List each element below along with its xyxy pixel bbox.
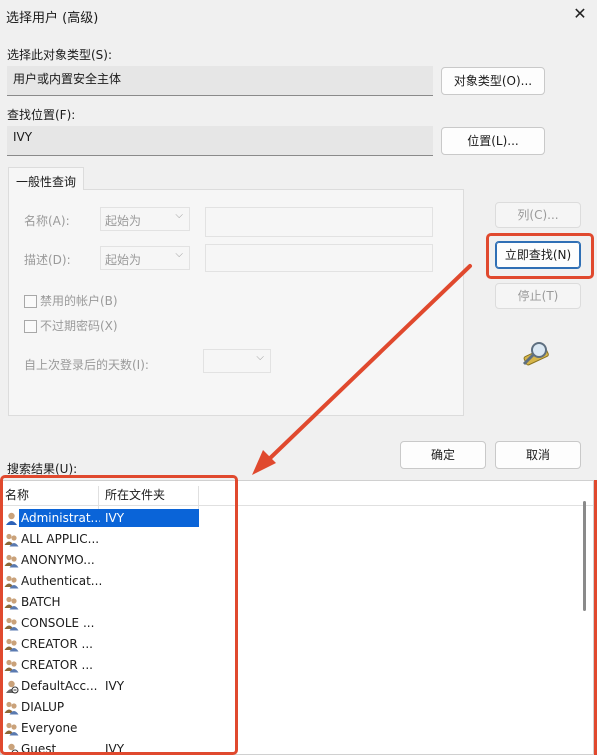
scrollbar-thumb[interactable] xyxy=(583,501,586,611)
highlight-box-results xyxy=(0,475,238,755)
